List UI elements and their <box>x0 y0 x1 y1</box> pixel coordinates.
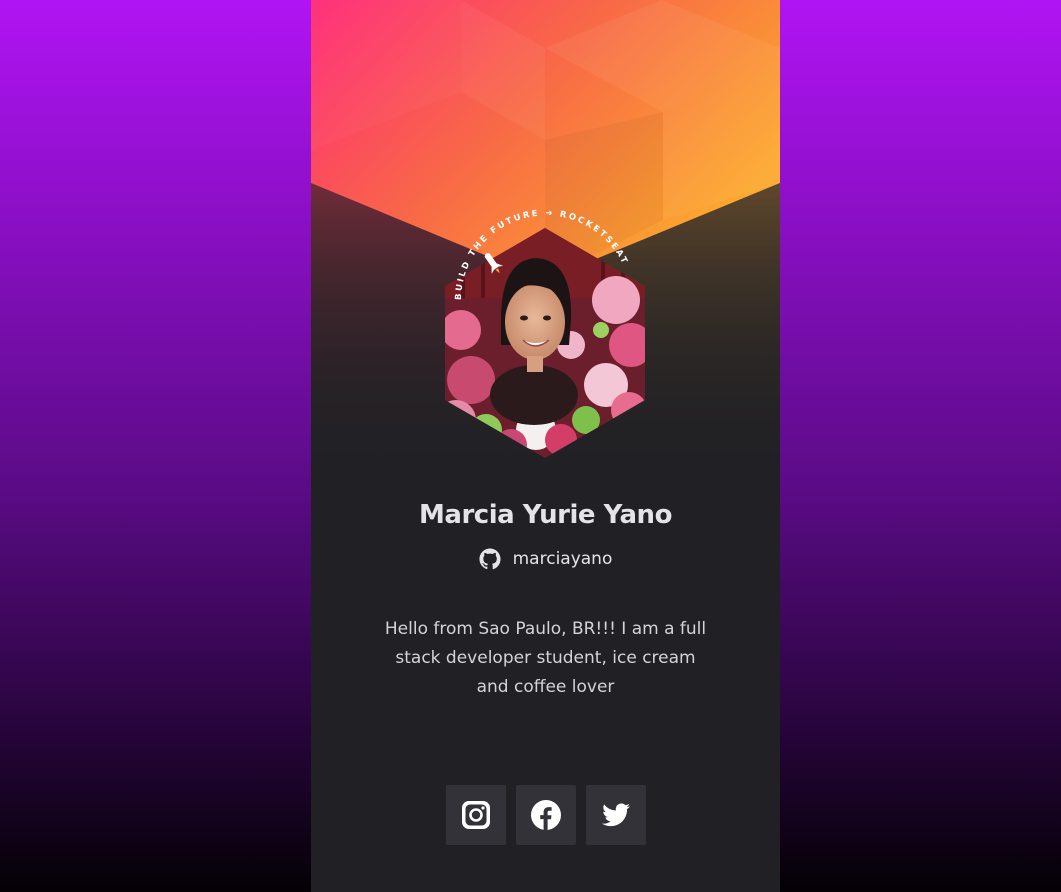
twitter-icon <box>601 803 630 827</box>
github-link[interactable]: marciayano <box>311 548 780 570</box>
github-icon <box>479 548 501 570</box>
profile-name: Marcia Yurie Yano <box>419 500 672 530</box>
profile-card: BUILD THE FUTURE ➔ ROCKETSEAT Marcia Yur… <box>311 0 780 892</box>
instagram-button[interactable] <box>445 785 506 845</box>
social-links <box>311 785 780 845</box>
instagram-icon <box>461 801 490 829</box>
profile-bio: Hello from Sao Paulo, BR!!! I am a full … <box>384 619 707 697</box>
facebook-icon <box>530 800 561 830</box>
twitter-button[interactable] <box>585 785 646 845</box>
facebook-button[interactable] <box>515 785 576 845</box>
github-username: marciayano <box>512 549 613 569</box>
